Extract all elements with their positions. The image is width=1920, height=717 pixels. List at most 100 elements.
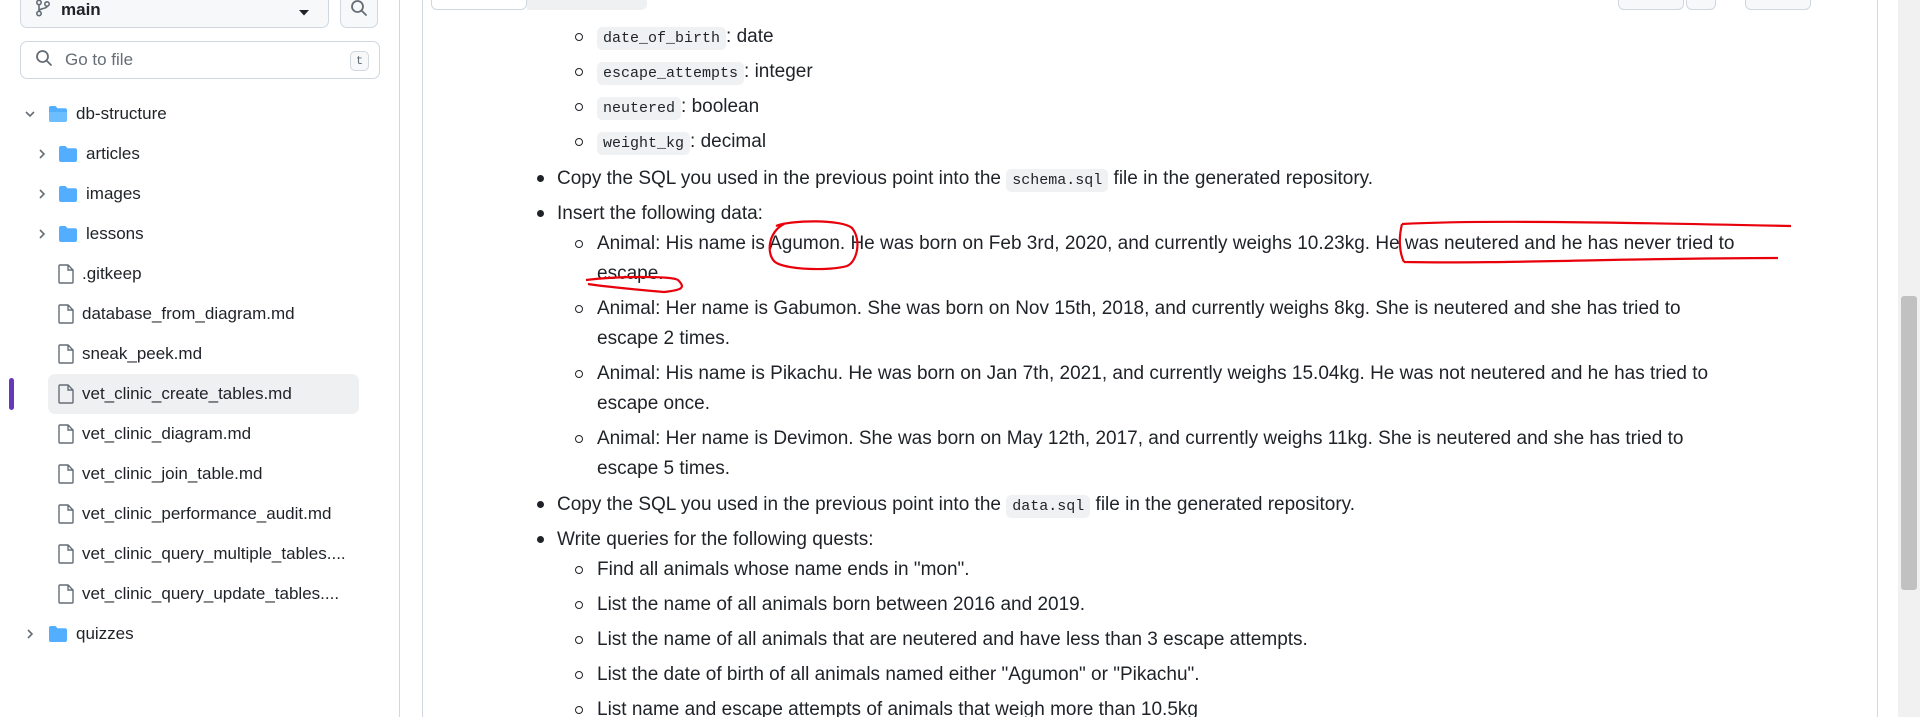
tree-item-label: vet_clinic_query_update_tables.... [82, 584, 340, 603]
file-icon [58, 504, 74, 524]
tree-folder-images[interactable]: images [32, 174, 141, 214]
animal-item-line1: Animal: Her name is Devimon. She was bor… [597, 428, 1684, 449]
schema-sql-code: schema.sql [1006, 169, 1109, 192]
chevron-right-icon [32, 148, 52, 160]
tree-item-label: vet_clinic_create_tables.md [82, 384, 292, 403]
list-bullet [575, 103, 583, 111]
tree-item-label: sneak_peek.md [82, 344, 203, 363]
branch-selector-button[interactable]: main [20, 0, 329, 28]
file-icon [58, 584, 74, 604]
tree-file-vet-clinic-query-update-tables[interactable]: vet_clinic_query_update_tables.... [58, 574, 339, 614]
folder-icon [48, 625, 68, 643]
file-icon [58, 304, 74, 324]
file-tree-sidebar: main t db-structure articles images [0, 0, 400, 717]
tree-file-sneak-peek[interactable]: sneak_peek.md [58, 334, 202, 374]
animal-item-line1: Animal: Her name is Gabumon. She was bor… [597, 298, 1681, 319]
query-item: List the name of all animals born betwee… [597, 594, 1085, 615]
scrollbar-thumb[interactable] [1901, 296, 1917, 590]
list-bullet [575, 435, 583, 443]
edit-button-group[interactable] [1745, 0, 1811, 10]
copy-data-instruction: Copy the SQL you used in the previous po… [557, 490, 1355, 521]
list-bullet [575, 305, 583, 313]
copy-schema-instruction: Copy the SQL you used in the previous po… [557, 164, 1373, 195]
query-item: List name and escape attempts of animals… [597, 699, 1198, 717]
field-item-neutered: neutered: boolean [597, 92, 759, 123]
download-button[interactable] [1686, 0, 1716, 10]
field-type: : boolean [681, 96, 760, 117]
tree-item-label: db-structure [76, 104, 167, 123]
list-bullet [575, 33, 583, 41]
go-to-file-field[interactable]: t [20, 41, 380, 79]
tree-item-label: vet_clinic_query_multiple_tables.... [82, 544, 346, 563]
list-bullet [575, 370, 583, 378]
query-item: List the date of birth of all animals na… [597, 664, 1200, 685]
tab-preview[interactable] [431, 0, 527, 10]
search-icon [350, 0, 368, 22]
queries-heading: Write queries for the following quests: [557, 529, 874, 550]
chevron-down-icon [20, 108, 40, 120]
file-icon [58, 544, 74, 564]
animal-item-line1: Animal: His name is Agumon. He was born … [597, 233, 1735, 254]
field-name-code: neutered [597, 97, 682, 120]
tree-item-label: lessons [86, 224, 144, 243]
animal-item-line1: Animal: His name is Pikachu. He was born… [597, 363, 1709, 384]
folder-open-icon [48, 105, 68, 123]
query-item: Find all animals whose name ends in "mon… [597, 559, 970, 580]
field-item-weight-kg: weight_kg: decimal [597, 127, 766, 158]
vertical-scrollbar[interactable] [1898, 0, 1920, 717]
tree-file-vet-clinic-create-tables[interactable]: vet_clinic_create_tables.md [48, 374, 359, 414]
folder-icon [58, 145, 78, 163]
tree-file-vet-clinic-query-multiple-tables[interactable]: vet_clinic_query_multiple_tables.... [58, 534, 346, 574]
tree-file-vet-clinic-diagram[interactable]: vet_clinic_diagram.md [58, 414, 251, 454]
field-name-code: escape_attempts [597, 62, 745, 85]
file-icon [58, 464, 74, 484]
tree-folder-db-structure[interactable]: db-structure [20, 94, 167, 134]
search-icon [35, 49, 53, 72]
list-bullet [575, 706, 583, 714]
animal-item-line2: escape 5 times. [597, 458, 731, 479]
folder-icon [58, 185, 78, 203]
tree-item-label: articles [86, 144, 140, 163]
tree-file-vet-clinic-join-table[interactable]: vet_clinic_join_table.md [58, 454, 263, 494]
tree-file-vet-clinic-performance-audit[interactable]: vet_clinic_performance_audit.md [58, 494, 331, 534]
search-files-button[interactable] [340, 0, 378, 28]
go-to-file-input[interactable] [65, 50, 335, 70]
tree-item-label: .gitkeep [82, 264, 142, 283]
field-name-code: weight_kg [597, 132, 691, 155]
animal-item-line2: escape 2 times. [597, 328, 731, 349]
animal-item-line2: escape once. [597, 393, 711, 414]
list-bullet [575, 240, 583, 248]
file-icon [58, 424, 74, 444]
tree-item-label: vet_clinic_performance_audit.md [82, 504, 332, 523]
list-bullet [537, 536, 544, 543]
field-item-escape-attempts: escape_attempts: integer [597, 57, 813, 88]
raw-copy-button-group[interactable] [1618, 0, 1684, 10]
tree-item-label: quizzes [76, 624, 134, 643]
tree-folder-lessons[interactable]: lessons [32, 214, 144, 254]
field-type: : integer [744, 61, 813, 82]
tree-item-label: vet_clinic_join_table.md [82, 464, 263, 483]
folder-icon [58, 225, 78, 243]
tree-folder-articles[interactable]: articles [32, 134, 140, 174]
tab-code[interactable] [527, 0, 647, 10]
animal-item-line2: escape. [597, 263, 664, 284]
file-icon [58, 344, 74, 364]
instruction-text: file in the generated repository. [1095, 494, 1356, 515]
list-bullet [575, 566, 583, 574]
tree-folder-quizzes[interactable]: quizzes [20, 614, 134, 654]
tree-file-database-from-diagram[interactable]: database_from_diagram.md [58, 294, 295, 334]
tree-item-label: database_from_diagram.md [82, 304, 295, 323]
tree-file-gitkeep[interactable]: .gitkeep [58, 254, 142, 294]
field-type: : decimal [690, 131, 767, 152]
list-bullet [537, 210, 544, 217]
tree-item-label: vet_clinic_diagram.md [82, 424, 252, 443]
chevron-right-icon [32, 188, 52, 200]
instruction-text: Copy the SQL you used in the previous po… [557, 494, 1001, 515]
instruction-text: Copy the SQL you used in the previous po… [557, 168, 1001, 189]
list-bullet [575, 138, 583, 146]
file-icon [58, 264, 74, 284]
chevron-right-icon [20, 628, 40, 640]
branch-name: main [61, 0, 101, 19]
field-type: : date [726, 26, 774, 47]
insert-data-heading: Insert the following data: [557, 203, 763, 224]
